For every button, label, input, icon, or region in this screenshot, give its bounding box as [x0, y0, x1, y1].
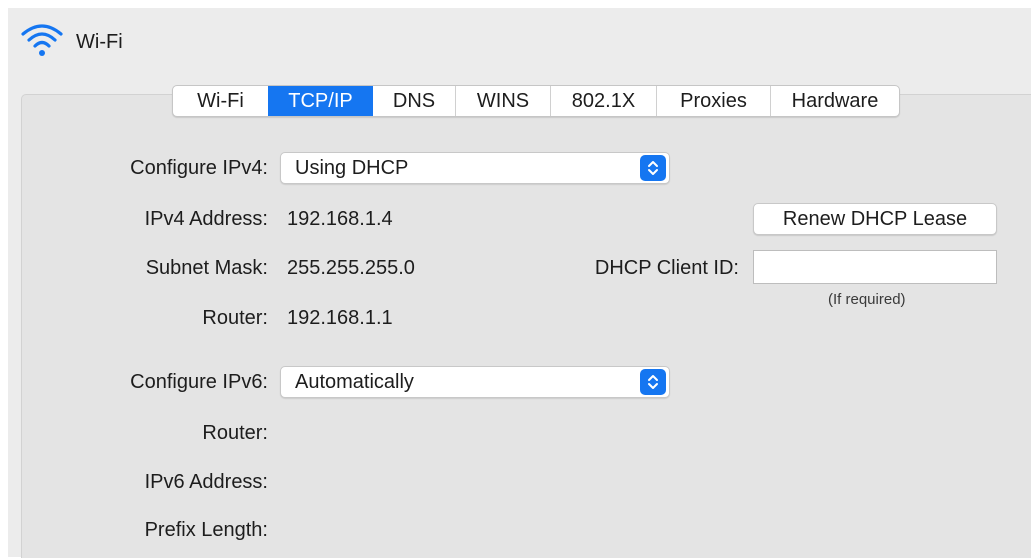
- window-title: Wi-Fi: [76, 30, 123, 53]
- ipv6-router-label: Router:: [202, 422, 268, 444]
- ipv6-address-label: IPv6 Address:: [144, 471, 268, 493]
- tab-tcpip[interactable]: TCP/IP: [268, 86, 372, 116]
- wifi-icon: [20, 20, 64, 65]
- subnet-mask-value: 255.255.255.0: [287, 257, 415, 279]
- tab-bar: Wi-Fi TCP/IP DNS WINS 802.1X Proxies Har…: [172, 85, 900, 117]
- chevron-up-down-icon: [640, 369, 666, 395]
- configure-ipv4-label: Configure IPv4:: [130, 157, 268, 179]
- ipv4-address-value: 192.168.1.4: [287, 208, 393, 230]
- tab-hardware[interactable]: Hardware: [770, 86, 899, 116]
- ipv4-router-value: 192.168.1.1: [287, 307, 393, 329]
- configure-ipv4-value: Using DHCP: [295, 156, 409, 179]
- tab-wins[interactable]: WINS: [455, 86, 550, 116]
- window-header: Wi-Fi: [20, 22, 123, 62]
- tab-dns[interactable]: DNS: [372, 86, 455, 116]
- ipv4-address-label: IPv4 Address:: [144, 208, 268, 230]
- dhcp-client-id-label: DHCP Client ID:: [594, 257, 739, 279]
- configure-ipv6-select[interactable]: Automatically: [280, 366, 670, 398]
- tab-wifi[interactable]: Wi-Fi: [173, 86, 268, 116]
- prefix-length-label: Prefix Length:: [144, 519, 268, 541]
- dhcp-client-id-hint: (If required): [828, 291, 906, 308]
- tab-802-1x[interactable]: 802.1X: [550, 86, 656, 116]
- configure-ipv6-value: Automatically: [295, 370, 414, 393]
- tab-proxies[interactable]: Proxies: [656, 86, 770, 116]
- chevron-up-down-icon: [640, 155, 666, 181]
- renew-dhcp-lease-button[interactable]: Renew DHCP Lease: [753, 203, 997, 235]
- configure-ipv4-select[interactable]: Using DHCP: [280, 152, 670, 184]
- subnet-mask-label: Subnet Mask:: [145, 257, 268, 279]
- ipv4-router-label: Router:: [202, 307, 268, 329]
- dhcp-client-id-field[interactable]: [753, 250, 997, 284]
- configure-ipv6-label: Configure IPv6:: [130, 371, 268, 393]
- network-settings-window: Wi-Fi Wi-Fi TCP/IP DNS WINS 802.1X Proxi…: [8, 8, 1031, 558]
